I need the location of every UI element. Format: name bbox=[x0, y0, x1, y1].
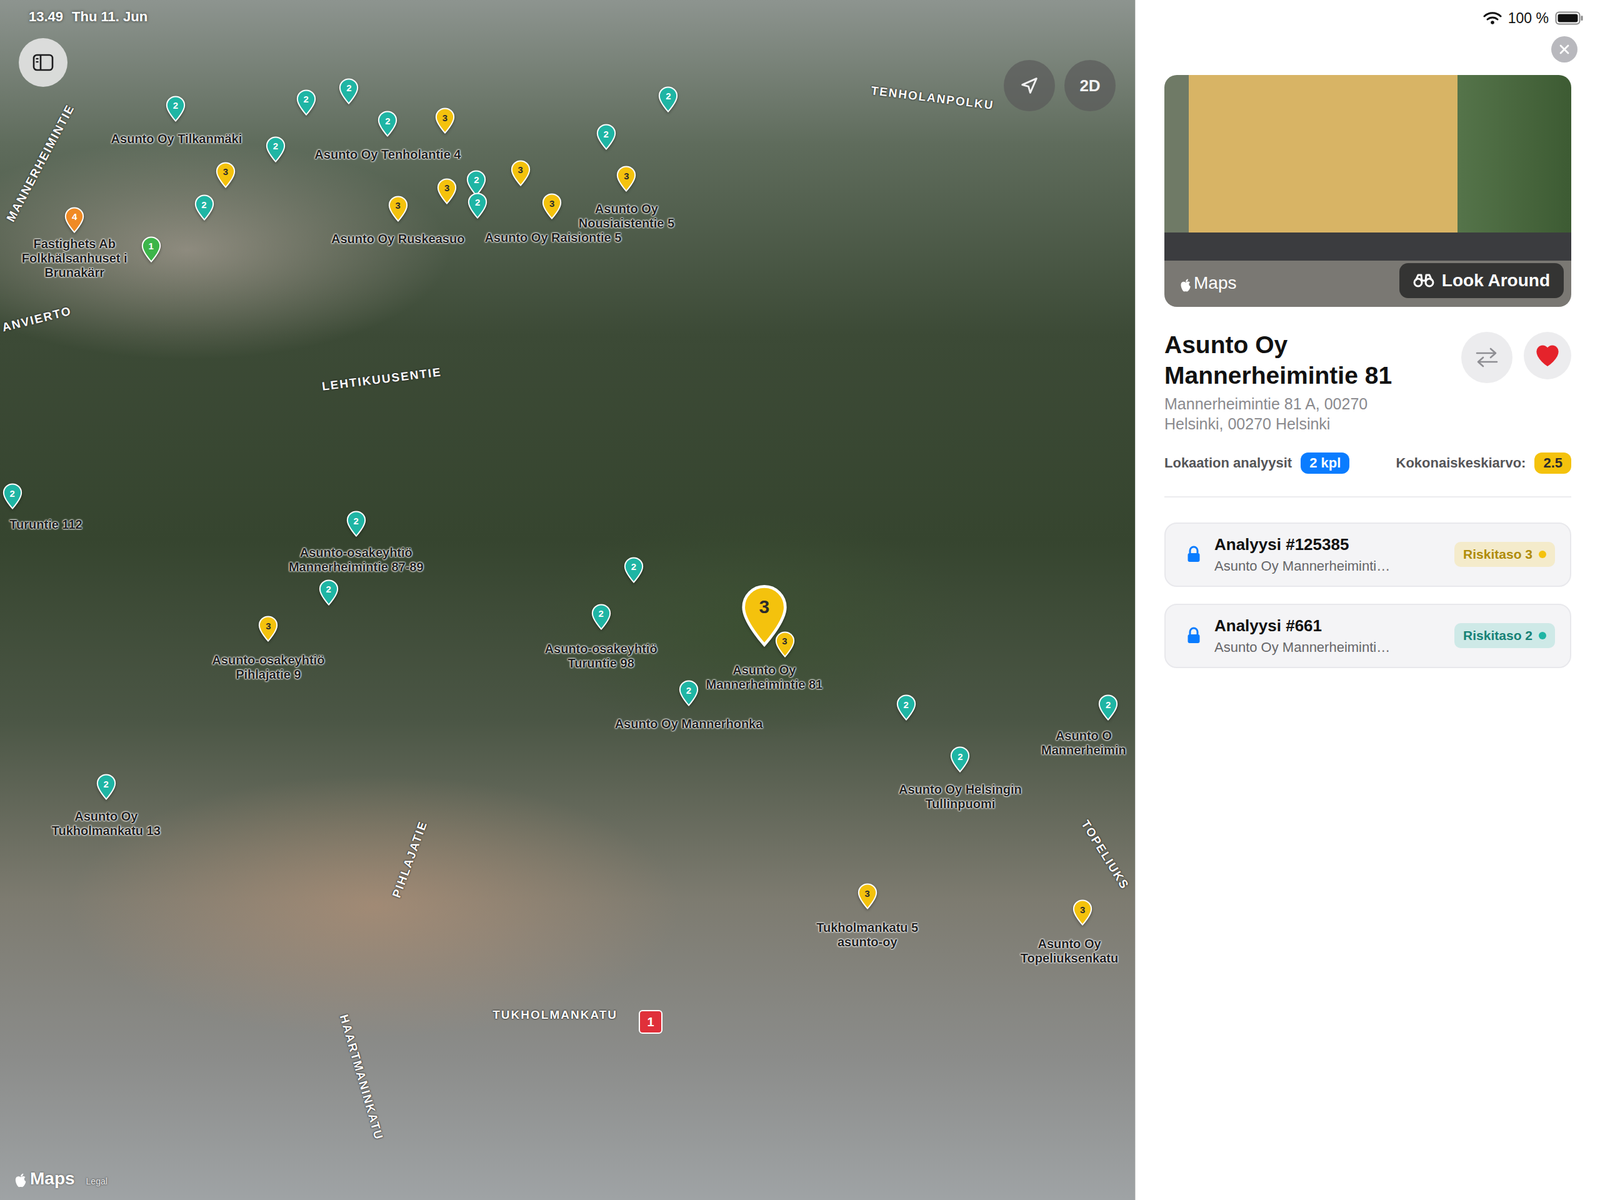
map-pin[interactable]: 3 bbox=[436, 178, 458, 205]
close-button[interactable] bbox=[1551, 36, 1578, 63]
status-time: 13.49Thu 11. Jun bbox=[28, 8, 148, 25]
analyses-count-badge: 2 kpl bbox=[1300, 452, 1350, 474]
view-toggle-button[interactable]: 2D bbox=[1064, 60, 1116, 112]
sidebar-icon bbox=[32, 53, 54, 72]
status-bar: 100 % bbox=[1164, 0, 1584, 37]
street-label: PIHLAJATIE bbox=[390, 818, 431, 900]
map-pin[interactable]: 3 bbox=[739, 584, 790, 647]
place-title: Asunto Oy Mannerheimintie 81 bbox=[1164, 329, 1452, 391]
place-label[interactable]: Asunto Oy Mannerhonka bbox=[601, 716, 776, 731]
maps-app: 13.49Thu 11. Jun MANNERHEIMINTIE ANVIERTO T… bbox=[0, 0, 1600, 1200]
street-label: ANVIERTO bbox=[0, 304, 74, 335]
map-pin[interactable]: 2 bbox=[338, 78, 360, 105]
map-pin[interactable]: 2 bbox=[466, 192, 489, 219]
map-pin[interactable]: 2 bbox=[95, 773, 117, 800]
risk-badge: Riskitaso 3 bbox=[1454, 541, 1555, 567]
map-pin[interactable]: 2 bbox=[949, 746, 971, 773]
map-pin[interactable]: 2 bbox=[345, 510, 367, 537]
map-view[interactable]: 13.49Thu 11. Jun MANNERHEIMINTIE ANVIERTO T… bbox=[0, 0, 1135, 1200]
place-address: Mannerheimintie 81 A, 00270Helsinki, 002… bbox=[1164, 394, 1452, 434]
map-pin[interactable]: 3 bbox=[510, 160, 532, 187]
map-pin[interactable]: 2 bbox=[265, 136, 287, 163]
map-pin[interactable]: 2 bbox=[165, 95, 187, 122]
stats-row: Lokaation analyysit2 kplKokonaiskeskiarv… bbox=[1164, 452, 1572, 474]
photo-maps-logo: Maps bbox=[1179, 273, 1237, 294]
map-pin[interactable]: 2 bbox=[895, 694, 917, 721]
apple-icon bbox=[1179, 278, 1192, 294]
place-label[interactable]: Asunto Oy Tilkanmäki bbox=[95, 131, 259, 147]
favorite-button[interactable] bbox=[1523, 331, 1572, 380]
place-label[interactable]: Asunto Oy Topeliuksenkatu bbox=[1013, 936, 1126, 966]
map-pin[interactable]: 3 bbox=[257, 615, 279, 642]
map-pin[interactable]: 1 bbox=[140, 236, 162, 263]
close-icon bbox=[1558, 43, 1570, 55]
map-pin[interactable]: 3 bbox=[541, 193, 563, 220]
lock-icon bbox=[1186, 626, 1201, 645]
map-pin[interactable]: 2 bbox=[1, 483, 24, 510]
battery-icon bbox=[1555, 11, 1584, 25]
apple-icon bbox=[13, 1172, 28, 1189]
map-pin[interactable]: 2 bbox=[318, 579, 340, 606]
compare-button[interactable] bbox=[1461, 331, 1513, 384]
map-pin[interactable]: 3 bbox=[215, 161, 237, 189]
map-pin[interactable]: 4 bbox=[63, 206, 85, 234]
route-badge: 1 bbox=[638, 1010, 663, 1034]
analysis-list: Analyysi #125385Asunto Oy Mannerheiminti… bbox=[1164, 522, 1572, 669]
map-pin[interactable]: 2 bbox=[465, 170, 487, 197]
swap-arrows-icon bbox=[1474, 346, 1500, 369]
street-label: LEHTIKUUSENTIE bbox=[321, 365, 443, 394]
analysis-card[interactable]: Analyysi #125385Asunto Oy Mannerheiminti… bbox=[1164, 522, 1572, 587]
map-pin[interactable]: 2 bbox=[193, 194, 215, 221]
place-label[interactable]: Asunto O Mannerheimin bbox=[1037, 728, 1130, 758]
place-label[interactable]: Asunto Oy Tukholmankatu 13 bbox=[35, 809, 179, 839]
look-around-photo[interactable]: Maps Look Around bbox=[1164, 75, 1572, 307]
wifi-icon bbox=[1483, 11, 1502, 25]
place-label[interactable]: Asunto-osakeyhtiö Mannerheimintie 87-89 bbox=[279, 545, 433, 575]
place-label[interactable]: Fastighets Ab Folkhälsanhuset i Brunakär… bbox=[18, 236, 131, 280]
sidebar-toggle-button[interactable] bbox=[18, 38, 68, 87]
place-label[interactable]: Asunto Oy Raisiontie 5 bbox=[471, 230, 635, 245]
binoculars-icon bbox=[1413, 273, 1435, 289]
maps-logo: MapsLegal bbox=[13, 1168, 108, 1189]
analysis-card[interactable]: Analyysi #661Asunto Oy Mannerheiminti…Ri… bbox=[1164, 603, 1572, 669]
place-label[interactable]: Asunto Oy Ruskeasuo bbox=[321, 231, 475, 247]
map-pin[interactable]: 3 bbox=[615, 165, 637, 192]
place-label[interactable]: Asunto Oy Helsingin Tullinpuomi bbox=[888, 782, 1032, 812]
map-pin[interactable]: 2 bbox=[657, 86, 679, 113]
street-label: TOPELIUKS bbox=[1078, 818, 1132, 893]
map-pin[interactable]: 2 bbox=[678, 680, 700, 707]
place-label[interactable]: Asunto Oy Mannerheimintie 81 bbox=[700, 663, 829, 692]
map-pin[interactable]: 3 bbox=[434, 107, 456, 134]
place-label[interactable]: Asunto Oy Tenholantie 4 bbox=[301, 146, 475, 162]
location-arrow-icon bbox=[1018, 75, 1040, 97]
place-label[interactable]: Asunto-osakeyhtiö Turuntie 98 bbox=[529, 641, 673, 671]
street-label: MANNERHEIMINTIE bbox=[3, 102, 78, 225]
average-badge: 2.5 bbox=[1534, 452, 1572, 474]
heart-icon bbox=[1535, 345, 1560, 367]
place-label[interactable]: Tukholmankatu 5 asunto-oy bbox=[816, 920, 919, 950]
map-pin[interactable]: 3 bbox=[774, 631, 796, 658]
map-pin[interactable]: 2 bbox=[376, 110, 399, 137]
look-around-button[interactable]: Look Around bbox=[1399, 263, 1564, 299]
risk-badge: Riskitaso 2 bbox=[1454, 623, 1555, 649]
location-button[interactable] bbox=[1003, 60, 1055, 112]
map-pin[interactable]: 3 bbox=[856, 883, 879, 910]
street-label: HAARTMANINKATU bbox=[336, 1013, 387, 1142]
map-pin[interactable]: 2 bbox=[623, 556, 645, 584]
map-pin[interactable]: 2 bbox=[595, 123, 617, 150]
place-label[interactable]: Asunto Oy Nousiaistentie 5 bbox=[570, 201, 684, 231]
street-label: TENHOLANPOLKU bbox=[870, 83, 995, 113]
place-label[interactable]: Turuntie 112 bbox=[5, 517, 87, 532]
map-pin[interactable]: 3 bbox=[1071, 899, 1094, 926]
map-pin[interactable]: 2 bbox=[590, 603, 612, 630]
map-pin[interactable]: 2 bbox=[295, 89, 317, 116]
place-label[interactable]: Asunto-osakeyhtiö Pihlajatie 9 bbox=[196, 653, 340, 682]
map-pin[interactable]: 3 bbox=[387, 195, 409, 222]
lock-icon bbox=[1186, 545, 1201, 564]
place-panel: 100 % Maps Look Around Asunto Oy Mannerheim… bbox=[1135, 0, 1600, 1200]
map-pin[interactable]: 2 bbox=[1097, 694, 1119, 721]
street-label: TUKHOLMANKATU bbox=[492, 1008, 618, 1022]
